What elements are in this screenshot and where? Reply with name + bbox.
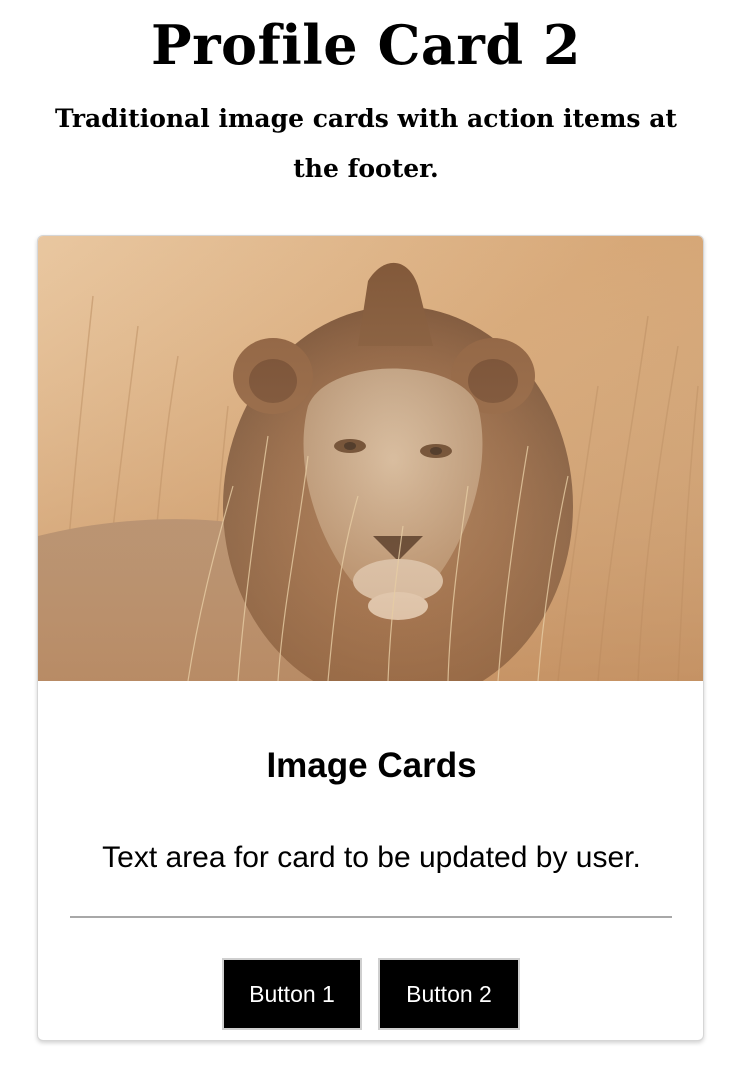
image-card: Image Cards Text area for card to be upd… — [37, 235, 704, 1041]
page-title: Profile Card 2 — [150, 13, 582, 77]
card-text: Text area for card to be updated by user… — [102, 841, 641, 874]
button-1[interactable]: Button 1 — [222, 958, 362, 1030]
divider — [70, 916, 672, 918]
button-2[interactable]: Button 2 — [378, 958, 520, 1030]
lion-photo — [38, 236, 703, 681]
page-subtitle: Traditional image cards with action item… — [55, 104, 677, 183]
card-heading: Image Cards — [266, 746, 477, 785]
